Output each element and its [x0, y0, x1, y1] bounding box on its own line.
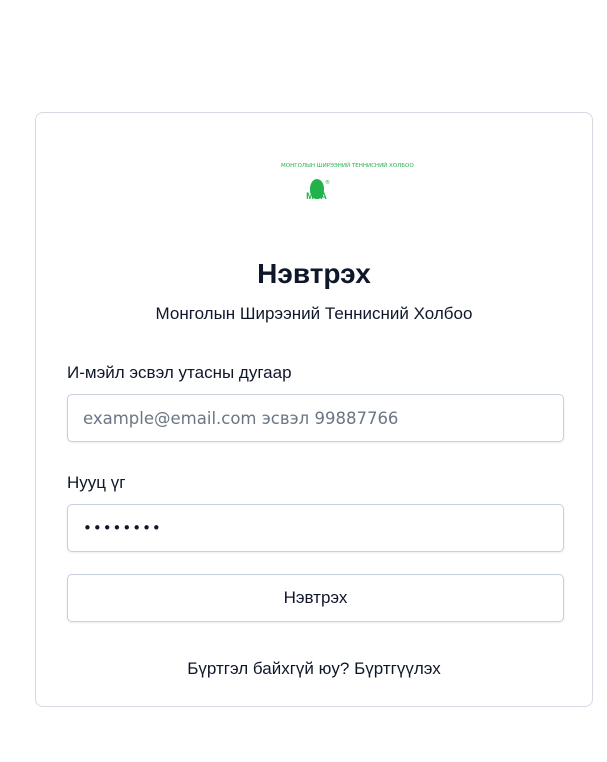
logo-letters: MTA	[306, 191, 328, 201]
federation-logo: МОНГОЛЫН ШИРЭЭНИЙ ТЕННИСНИЙ ХОЛБОО MTA ®	[281, 163, 414, 207]
logo-text: МОНГОЛЫН ШИРЭЭНИЙ ТЕННИСНИЙ ХОЛБОО	[281, 163, 414, 169]
register-prompt: Бүртгэл байхгүй юу?	[187, 659, 350, 678]
login-button[interactable]: Нэвтрэх	[67, 574, 564, 622]
login-card: МОНГОЛЫН ШИРЭЭНИЙ ТЕННИСНИЙ ХОЛБОО MTA ®…	[35, 112, 593, 707]
registered-mark: ®	[325, 180, 330, 186]
email-label: И-мэйл эсвэл утасны дугаар	[67, 363, 292, 382]
page-title: Нэвтрэх	[257, 258, 371, 289]
register-row: Бүртгэл байхгүй юу? Бүртгүүлэх	[36, 659, 592, 679]
password-field[interactable]	[67, 504, 564, 552]
email-field[interactable]	[67, 394, 564, 442]
register-link[interactable]: Бүртгүүлэх	[354, 659, 441, 678]
page-subtitle: Монголын Ширээний Теннисний Холбоо	[155, 304, 473, 323]
password-label: Нууц үг	[67, 473, 126, 492]
